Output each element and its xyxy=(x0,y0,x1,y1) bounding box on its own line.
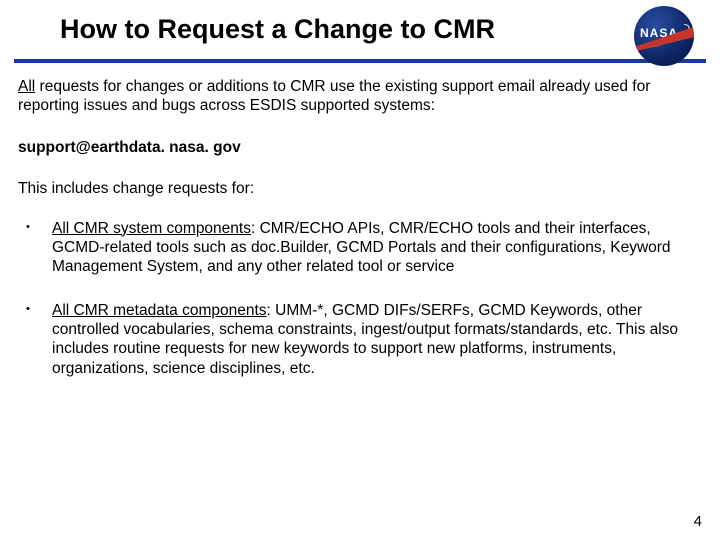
intro-paragraph: All requests for changes or additions to… xyxy=(18,77,702,116)
page-number: 4 xyxy=(694,513,702,530)
includes-text: This includes change requests for: xyxy=(18,179,702,198)
slide-header: How to Request a Change to CMR NASA xyxy=(0,0,720,51)
list-item: All CMR metadata components: UMM-*, GCMD… xyxy=(26,301,702,379)
bullet-lead: All CMR system components xyxy=(52,220,251,237)
slide-content: All requests for changes or additions to… xyxy=(0,63,720,378)
nasa-logo-icon: NASA xyxy=(634,6,702,62)
slide-title: How to Request a Change to CMR xyxy=(60,14,700,45)
list-item: All CMR system components: CMR/ECHO APIs… xyxy=(26,219,702,277)
support-email: support@earthdata. nasa. gov xyxy=(18,138,702,157)
bullet-lead: All CMR metadata components xyxy=(52,302,267,319)
bullet-list: All CMR system components: CMR/ECHO APIs… xyxy=(18,219,702,379)
intro-underlined: All xyxy=(18,78,35,95)
intro-rest: requests for changes or additions to CMR… xyxy=(18,78,650,114)
